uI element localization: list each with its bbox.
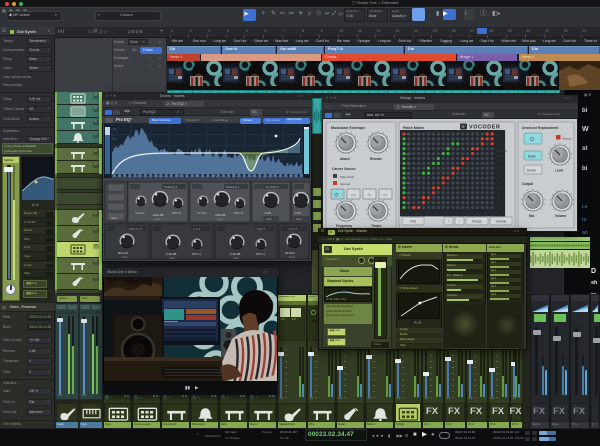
svg-text:Gain: Gain (155, 217, 161, 221)
svg-text:80.0 Hz: 80.0 Hz (118, 251, 129, 255)
svg-text:Flat: Flat (410, 220, 415, 224)
svg-text:Attack: Attack (340, 157, 350, 161)
svg-text:Gain: Gain (217, 217, 223, 221)
svg-text:30.00 k: 30.00 k (285, 251, 295, 255)
svg-text:Mix: Mix (529, 214, 535, 218)
svg-text:Auto: Auto (266, 217, 272, 221)
svg-text:-3.40 dB: -3.40 dB (165, 252, 176, 256)
svg-text:Low ▾: Low ▾ (193, 227, 201, 231)
svg-text:-4.00 dB: -4.00 dB (214, 213, 225, 217)
svg-text:Unvoiced Replacement: Unvoiced Replacement (522, 126, 559, 130)
svg-text:Freq: Freq (289, 255, 295, 259)
svg-text:Mode: Mode (528, 155, 536, 159)
svg-text:Volume: Volume (496, 220, 507, 224)
svg-text:Side-chain: Side-chain (340, 175, 355, 179)
svg-text:Patch Matrix: Patch Matrix (403, 126, 424, 130)
svg-text:VOCODER: VOCODER (469, 125, 500, 131)
svg-text:41.5 Hz: 41.5 Hz (197, 211, 207, 215)
svg-text:-180 ms: -180 ms (191, 252, 202, 256)
svg-text:Wide Cu ▾: Wide Cu ▾ (129, 227, 143, 231)
svg-text:Internal: Internal (340, 182, 350, 186)
svg-text:Output: Output (522, 182, 534, 186)
svg-text:Release: Release (370, 157, 382, 161)
svg-text:Freq ▾: Freq ▾ (289, 227, 298, 231)
svg-text:-4.00 dB: -4.00 dB (152, 213, 163, 217)
svg-text:Volume: Volume (555, 214, 567, 218)
svg-text:Drown: Drown (527, 169, 536, 173)
svg-text:☰: ☰ (461, 124, 465, 129)
svg-text:41.5 Hz: 41.5 Hz (135, 211, 145, 215)
svg-text:High ▾: High ▾ (257, 227, 266, 231)
svg-text:Auto: Auto (296, 217, 302, 221)
svg-text:-0.45: -0.45 (294, 211, 301, 215)
svg-text:Peaking ▾: Peaking ▾ (164, 185, 178, 189)
svg-text:›: › (459, 220, 460, 224)
svg-text:Freeze: Freeze (472, 220, 482, 224)
svg-text:Gas: Gas (502, 149, 507, 153)
svg-text:Hi-shelf ▾: Hi-shelf ▾ (266, 185, 279, 189)
svg-text:-3.40 dB: -3.40 dB (229, 252, 240, 256)
svg-text:∿: ∿ (367, 193, 371, 199)
svg-text:Gain: Gain (169, 256, 175, 260)
svg-text:Gain: Gain (233, 256, 239, 260)
svg-text:‹: ‹ (448, 220, 449, 224)
svg-text:⏻: ⏻ (335, 193, 339, 199)
svg-text:⏻: ⏻ (530, 137, 534, 143)
svg-text:940 Hz: 940 Hz (172, 211, 181, 215)
svg-text:-0.45: -0.45 (264, 211, 271, 215)
svg-text:▭: ▭ (351, 193, 356, 199)
svg-text:-180 ms: -180 ms (255, 252, 266, 256)
svg-text:Level: Level (555, 169, 563, 173)
svg-text:Auto: Auto (111, 216, 118, 220)
svg-text:∾: ∾ (383, 193, 387, 199)
svg-text:Peaking ▾: Peaking ▾ (226, 185, 240, 189)
svg-text:Sensor: Sensor (562, 137, 572, 141)
svg-text:940 Hz: 940 Hz (234, 211, 243, 215)
svg-text:Carrier Source: Carrier Source (332, 167, 356, 171)
svg-text:Freq: Freq (122, 255, 128, 259)
svg-text:Modulator Envelope: Modulator Envelope (331, 126, 365, 130)
